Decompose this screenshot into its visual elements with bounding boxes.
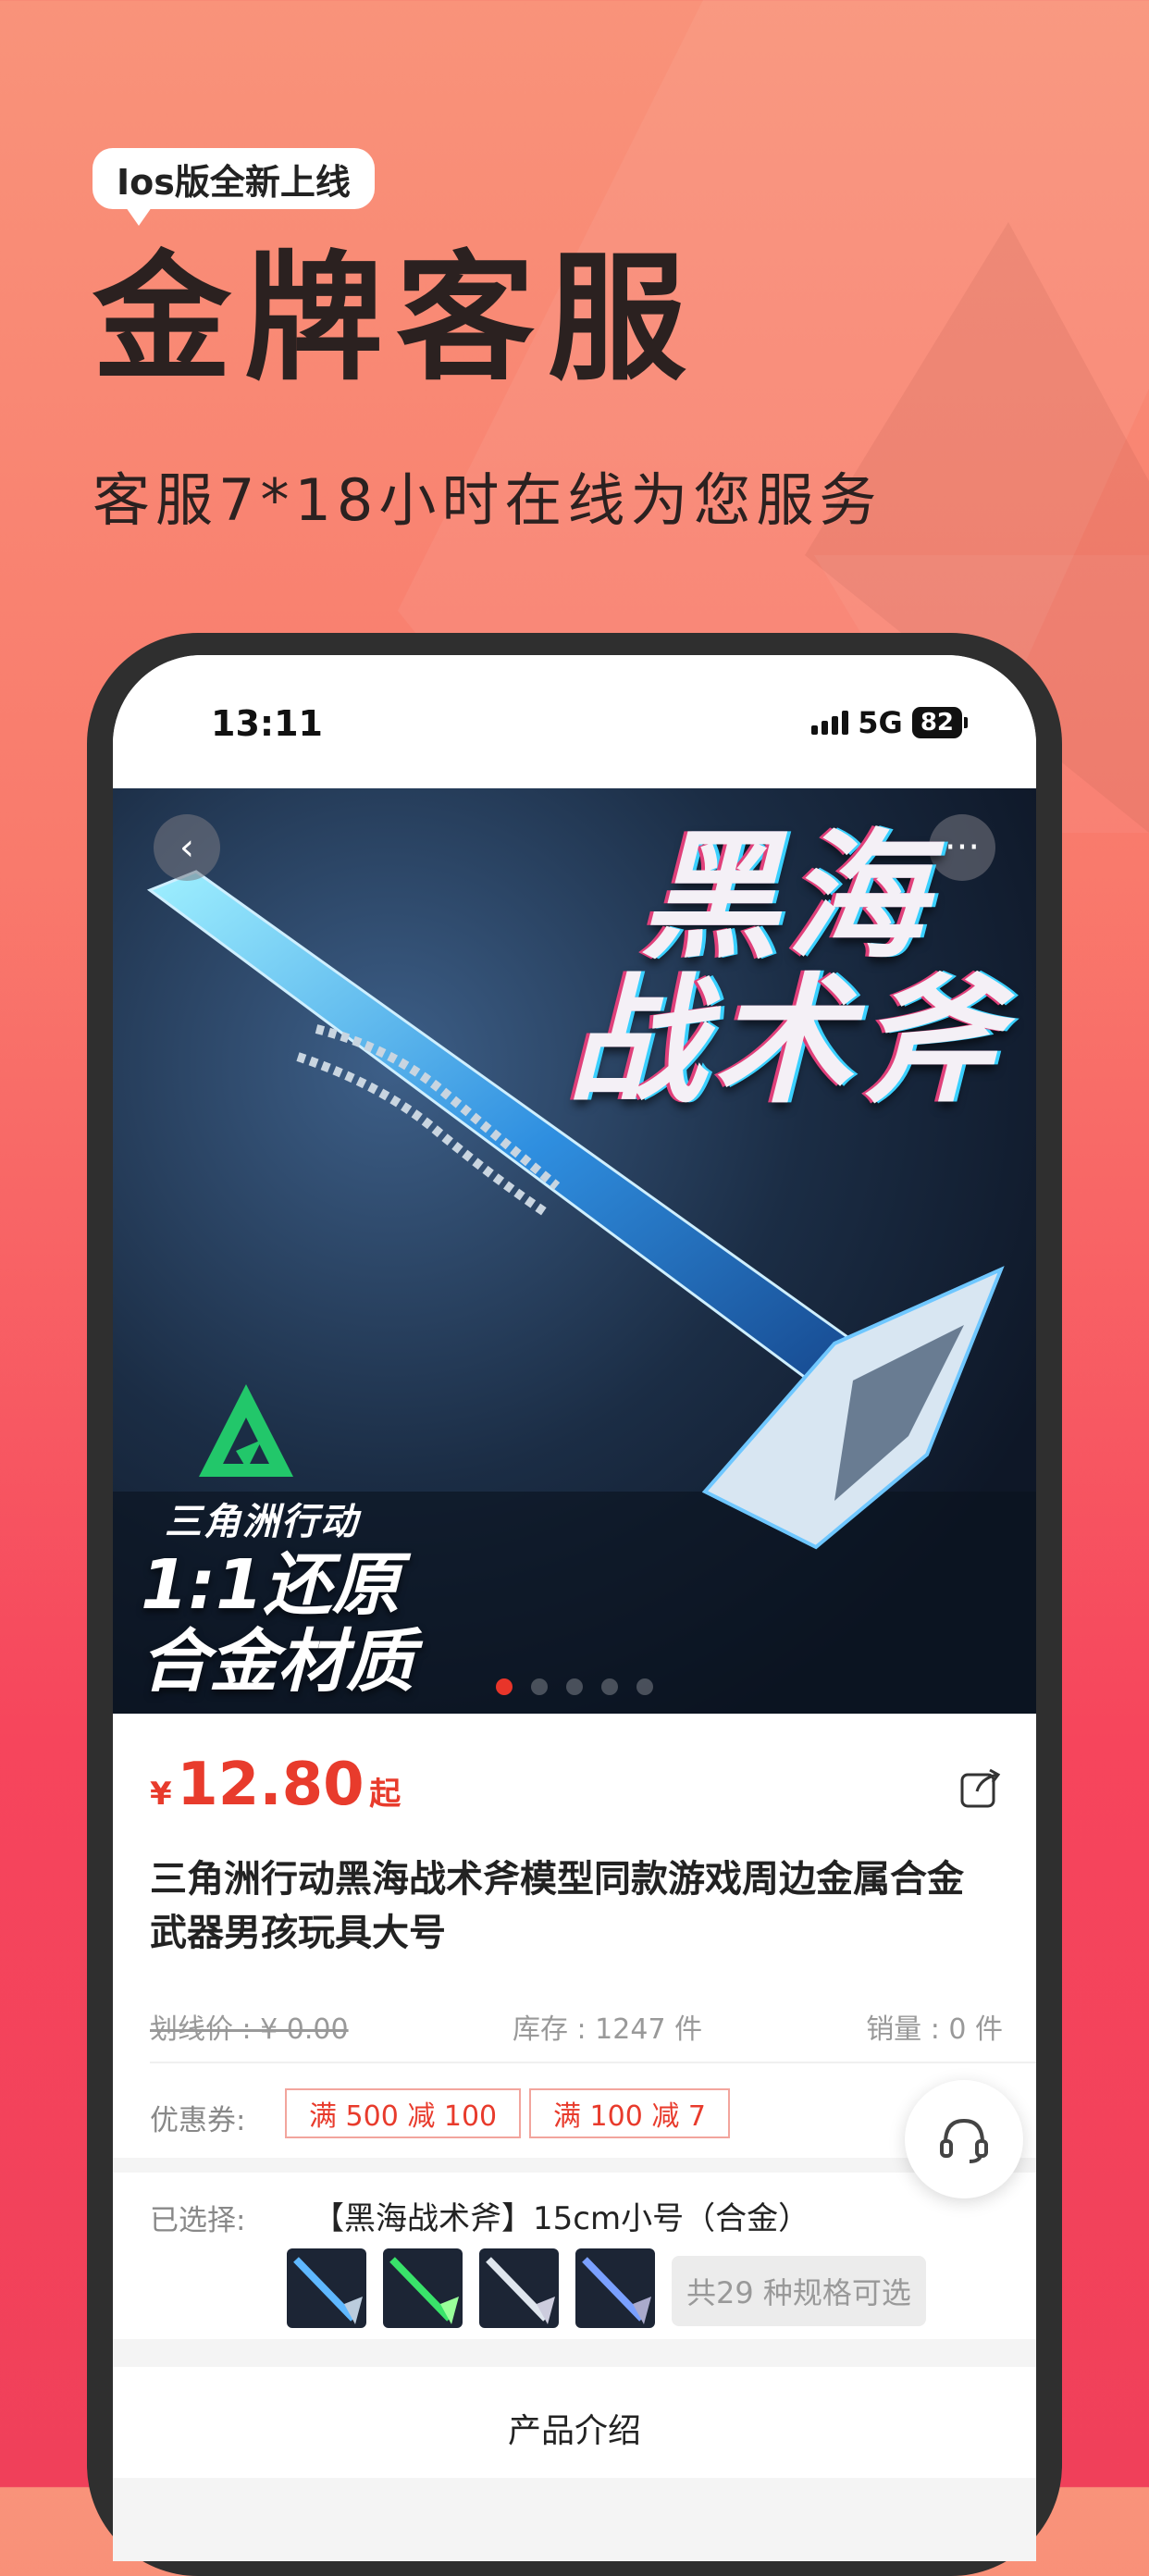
carousel-dot[interactable] bbox=[496, 1678, 513, 1695]
brand-name: 三角洲行动 bbox=[165, 1501, 359, 1543]
coupon-label: 优惠券: bbox=[150, 2104, 246, 2137]
product-intro-section: 产品介绍 bbox=[113, 2367, 1036, 2478]
spec-thumbnail[interactable] bbox=[383, 2248, 463, 2328]
carousel-dot[interactable] bbox=[531, 1678, 548, 1695]
divider bbox=[150, 2062, 1036, 2063]
spec-count-button[interactable]: 共29 种规格可选 bbox=[672, 2256, 926, 2326]
selected-label: 已选择: bbox=[150, 2204, 246, 2237]
spec-thumbnail[interactable] bbox=[287, 2248, 366, 2328]
price-suffix: 起 bbox=[369, 1776, 402, 1813]
carousel-dot[interactable] bbox=[636, 1678, 653, 1695]
intro-title: 产品介绍 bbox=[507, 2412, 641, 2450]
product-title: 三角洲行动黑海战术斧模型同款游戏周边金属合金武器男孩玩具大号 bbox=[150, 1858, 964, 1954]
coupon-tag[interactable]: 满 100 减 7 bbox=[529, 2088, 730, 2138]
original-price: 划线价 : ¥ 0.00 bbox=[150, 2013, 349, 2046]
hero-title-line2: 战术斧 bbox=[566, 961, 1006, 1122]
phone-mockup: 13:11 5G 82 ‹ ··· 黑海 战术斧 三角洲行动 1:1还原 合金材… bbox=[87, 633, 1062, 2576]
product-price: ¥ 12.80 起 bbox=[150, 1751, 401, 1819]
battery-icon: 82 bbox=[911, 707, 969, 738]
status-indicators: 5G 82 bbox=[811, 705, 969, 740]
hero-claim: 1:1还原 合金材质 bbox=[141, 1547, 414, 1701]
phone-screen: 13:11 5G 82 ‹ ··· 黑海 战术斧 三角洲行动 1:1还原 合金材… bbox=[113, 655, 1036, 2561]
hero-claim-line2: 合金材质 bbox=[141, 1621, 414, 1702]
share-icon[interactable] bbox=[958, 1765, 1003, 1810]
status-bar: 13:11 5G 82 bbox=[113, 655, 1036, 788]
product-info-card: ¥ 12.80 起 三角洲行动黑海战术斧模型同款游戏周边金属合金武器男孩玩具大号… bbox=[113, 1714, 1036, 2158]
carousel-indicator bbox=[496, 1678, 653, 1695]
customer-service-button[interactable] bbox=[905, 2080, 1023, 2198]
promo-headline: 金牌客服 bbox=[93, 239, 700, 400]
spec-thumbnails bbox=[287, 2248, 655, 2328]
headset-icon bbox=[940, 2118, 988, 2163]
coupon-tag[interactable]: 满 500 减 100 bbox=[285, 2088, 522, 2138]
product-image-carousel[interactable]: ‹ ··· 黑海 战术斧 三角洲行动 1:1还原 合金材质 bbox=[113, 788, 1036, 1714]
signal-icon bbox=[811, 711, 849, 735]
promo-subline: 客服7*18小时在线为您服务 bbox=[93, 466, 883, 534]
promo-badge: Ios版全新上线 bbox=[93, 148, 375, 226]
hero-title: 黑海 战术斧 bbox=[564, 825, 1008, 1114]
status-time: 13:11 bbox=[211, 703, 323, 744]
back-button[interactable]: ‹ bbox=[154, 814, 220, 881]
spec-thumbnail[interactable] bbox=[575, 2248, 655, 2328]
stock-count: 库存 : 1247 件 bbox=[513, 2013, 703, 2046]
price-value: 12.80 bbox=[177, 1751, 364, 1819]
spec-thumbnail[interactable] bbox=[479, 2248, 559, 2328]
carousel-dot[interactable] bbox=[601, 1678, 618, 1695]
price-currency: ¥ bbox=[150, 1776, 172, 1813]
sales-count: 销量 : 0 件 bbox=[866, 2013, 1003, 2046]
selected-spec: 【黑海战术斧】15cm小号（合金） bbox=[313, 2200, 810, 2237]
network-type: 5G bbox=[858, 705, 903, 740]
spec-selection-card[interactable]: 已选择: 【黑海战术斧】15cm小号（合金） 共29 种规格可选 bbox=[113, 2173, 1036, 2339]
hero-title-line1: 黑海 bbox=[639, 817, 933, 978]
hero-claim-line1: 1:1还原 bbox=[141, 1545, 401, 1625]
delta-force-logo-icon bbox=[163, 1381, 329, 1486]
carousel-dot[interactable] bbox=[566, 1678, 583, 1695]
